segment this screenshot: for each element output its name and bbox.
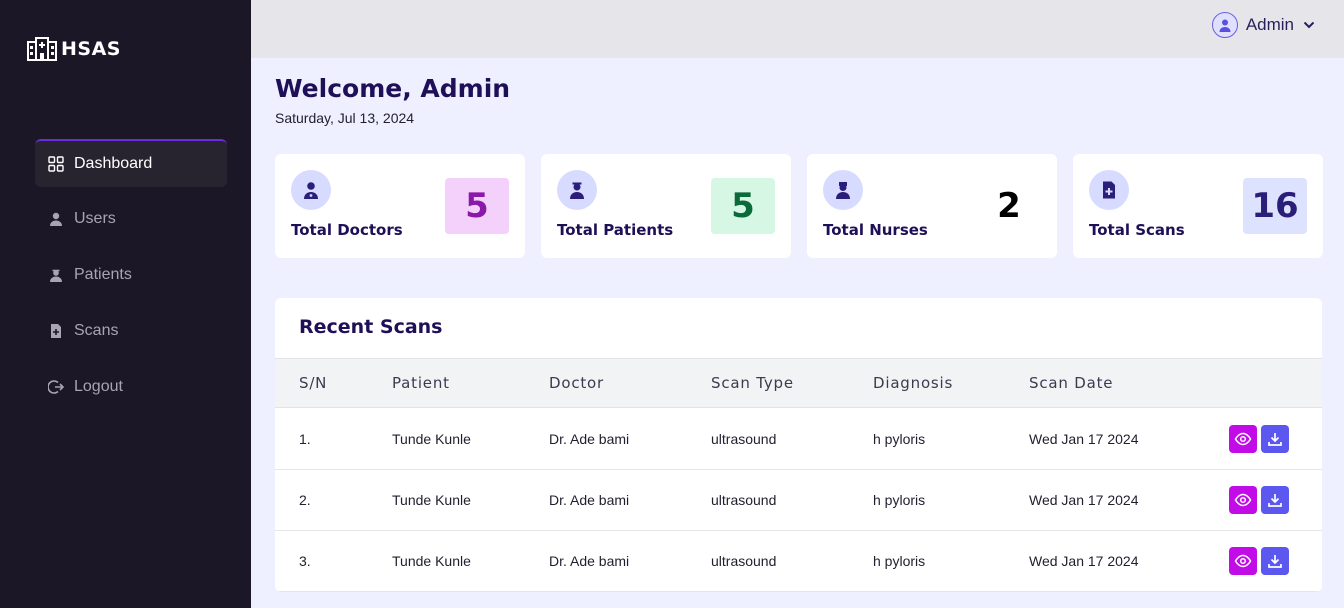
sidebar-item-label: Scans	[74, 322, 119, 339]
table-title: Recent Scans	[299, 316, 443, 338]
cell-scan-date: Wed Jan 17 2024	[1029, 553, 1139, 569]
sidebar-item-dashboard[interactable]: Dashboard	[35, 139, 227, 187]
sidebar-item-users[interactable]: Users	[35, 195, 227, 243]
hospital-icon	[27, 37, 57, 61]
logout-icon	[47, 378, 65, 396]
cell-diagnosis: h pyloris	[873, 553, 926, 569]
sidebar-item-patients[interactable]: Patients	[35, 251, 227, 299]
sidebar-item-scans[interactable]: Scans	[35, 307, 227, 355]
patient-icon	[557, 170, 597, 210]
download-icon	[1268, 555, 1282, 568]
cell-scan-type: ultrasound	[711, 553, 777, 569]
cell-scan-date: Wed Jan 17 2024	[1029, 492, 1139, 508]
cell-doctor: Dr. Ade bami	[549, 492, 630, 508]
page-title: Welcome, Admin	[275, 74, 511, 103]
table-row: 1. Tunde Kunle Dr. Ade bami ultrasound h…	[275, 409, 1322, 470]
column-header: S/N	[299, 374, 328, 392]
app-name: HSAS	[61, 38, 121, 60]
cell-scan-type: ultrasound	[711, 492, 777, 508]
cell-patient: Tunde Kunle	[392, 553, 471, 569]
stat-label: Total Nurses	[823, 221, 928, 239]
column-header: Scan Type	[711, 374, 794, 392]
eye-icon	[1234, 432, 1252, 446]
cell-sn: 1.	[299, 431, 311, 447]
cell-doctor: Dr. Ade bami	[549, 431, 630, 447]
stat-card-nurses: Total Nurses 2	[807, 154, 1057, 258]
table-row: 3. Tunde Kunle Dr. Ade bami ultrasound h…	[275, 531, 1322, 592]
user-menu[interactable]: Admin	[1211, 12, 1316, 38]
stat-label: Total Patients	[557, 221, 674, 239]
current-date: Saturday, Jul 13, 2024	[275, 110, 415, 126]
cell-diagnosis: h pyloris	[873, 492, 926, 508]
recent-scans-table: Recent Scans S/N Patient Doctor Scan Typ…	[275, 298, 1322, 592]
nurse-icon	[823, 170, 863, 210]
sidebar-item-logout[interactable]: Logout	[35, 363, 227, 411]
sidebar-item-label: Logout	[74, 378, 123, 395]
download-button[interactable]	[1261, 486, 1289, 514]
cell-patient: Tunde Kunle	[392, 492, 471, 508]
view-button[interactable]	[1229, 486, 1257, 514]
user-circle-icon	[1211, 12, 1238, 38]
cell-doctor: Dr. Ade bami	[549, 553, 630, 569]
doctor-icon	[291, 170, 331, 210]
cell-diagnosis: h pyloris	[873, 431, 926, 447]
cell-sn: 2.	[299, 492, 311, 508]
table-header: S/N Patient Doctor Scan Type Diagnosis S…	[275, 358, 1322, 408]
eye-icon	[1234, 493, 1252, 507]
view-button[interactable]	[1229, 425, 1257, 453]
sidebar-item-label: Users	[74, 210, 116, 227]
column-header: Doctor	[549, 374, 605, 392]
column-header: Diagnosis	[873, 374, 954, 392]
file-plus-icon	[47, 322, 65, 340]
sidebar: HSAS Dashboard Users Patients Scans Logo…	[0, 0, 251, 608]
column-header: Patient	[392, 374, 450, 392]
cell-patient: Tunde Kunle	[392, 431, 471, 447]
download-button[interactable]	[1261, 425, 1289, 453]
stat-card-patients: Total Patients 5	[541, 154, 791, 258]
stat-label: Total Doctors	[291, 221, 403, 239]
stats-cards: Total Doctors 5 Total Patients 5 Total N…	[275, 154, 1323, 258]
cell-scan-date: Wed Jan 17 2024	[1029, 431, 1139, 447]
column-header: Scan Date	[1029, 374, 1114, 392]
download-icon	[1268, 494, 1282, 507]
stat-card-doctors: Total Doctors 5	[275, 154, 525, 258]
download-icon	[1268, 433, 1282, 446]
sidebar-item-label: Dashboard	[74, 155, 153, 172]
table-row: 2. Tunde Kunle Dr. Ade bami ultrasound h…	[275, 470, 1322, 531]
app-logo[interactable]: HSAS	[27, 37, 121, 61]
stat-label: Total Scans	[1089, 221, 1185, 239]
stat-value: 5	[711, 178, 775, 234]
top-bar: Admin	[251, 0, 1344, 58]
view-button[interactable]	[1229, 547, 1257, 575]
sidebar-nav: Dashboard Users Patients Scans Logout	[35, 139, 227, 419]
eye-icon	[1234, 554, 1252, 568]
stat-value: 5	[445, 178, 509, 234]
sidebar-item-label: Patients	[74, 266, 132, 283]
user-icon	[47, 210, 65, 228]
stat-card-scans: Total Scans 16	[1073, 154, 1323, 258]
user-name: Admin	[1245, 15, 1294, 34]
cell-sn: 3.	[299, 553, 311, 569]
patient-icon	[47, 266, 65, 284]
grid-icon	[47, 155, 65, 173]
cell-scan-type: ultrasound	[711, 431, 777, 447]
chevron-down-icon	[1303, 21, 1315, 29]
file-plus-icon	[1089, 170, 1129, 210]
stat-value: 2	[977, 178, 1041, 234]
download-button[interactable]	[1261, 547, 1289, 575]
stat-value: 16	[1243, 178, 1307, 234]
